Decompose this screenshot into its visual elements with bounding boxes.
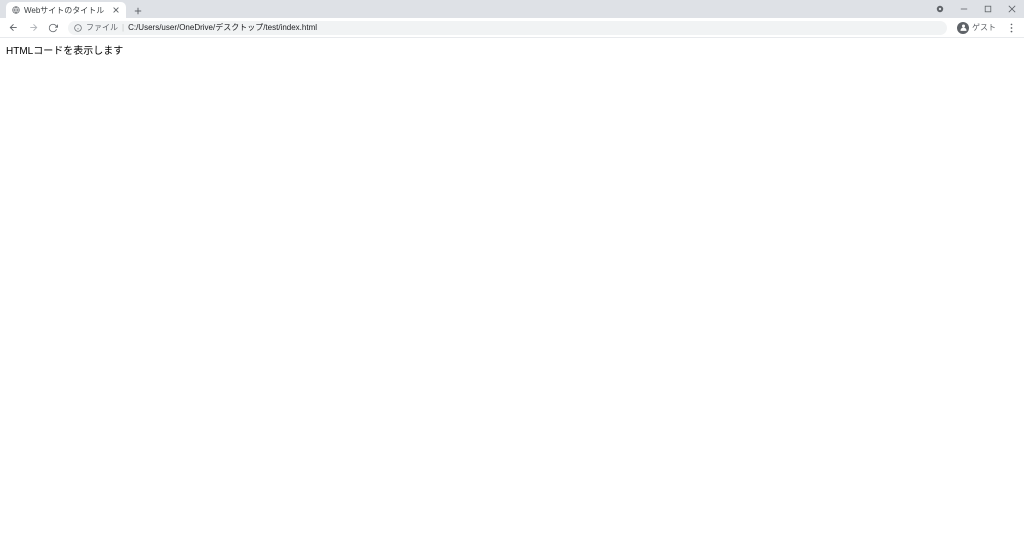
page-content: HTMLコードを表示します <box>0 38 1024 61</box>
omnibox-url: C:/Users/user/OneDrive/デスクトップ/test/index… <box>128 22 317 33</box>
reload-button[interactable] <box>44 19 62 37</box>
browser-tab[interactable]: Webサイトのタイトル <box>6 2 126 18</box>
minimize-button[interactable] <box>952 0 976 18</box>
account-indicator-icon[interactable] <box>928 0 952 18</box>
globe-icon <box>12 6 20 14</box>
address-bar: ファイル | C:/Users/user/OneDrive/デスクトップ/tes… <box>0 18 1024 38</box>
maximize-button[interactable] <box>976 0 1000 18</box>
browser-title-bar: Webサイトのタイトル <box>0 0 1024 18</box>
forward-button[interactable] <box>24 19 42 37</box>
window-controls <box>928 0 1024 18</box>
profile-label: ゲスト <box>972 22 996 33</box>
new-tab-button[interactable] <box>130 4 146 18</box>
person-icon <box>957 22 969 34</box>
close-tab-icon[interactable] <box>112 6 120 14</box>
omnibox-separator: | <box>122 23 124 32</box>
page-body-text: HTMLコードを表示します <box>6 46 123 57</box>
file-label: ファイル <box>86 22 118 33</box>
profile-button[interactable]: ゲスト <box>953 22 1000 34</box>
close-window-button[interactable] <box>1000 0 1024 18</box>
toolbar-right: ゲスト <box>953 19 1020 37</box>
tab-title: Webサイトのタイトル <box>24 5 108 16</box>
info-icon <box>74 24 82 32</box>
back-button[interactable] <box>4 19 22 37</box>
menu-button[interactable] <box>1002 19 1020 37</box>
omnibox[interactable]: ファイル | C:/Users/user/OneDrive/デスクトップ/tes… <box>68 21 947 35</box>
